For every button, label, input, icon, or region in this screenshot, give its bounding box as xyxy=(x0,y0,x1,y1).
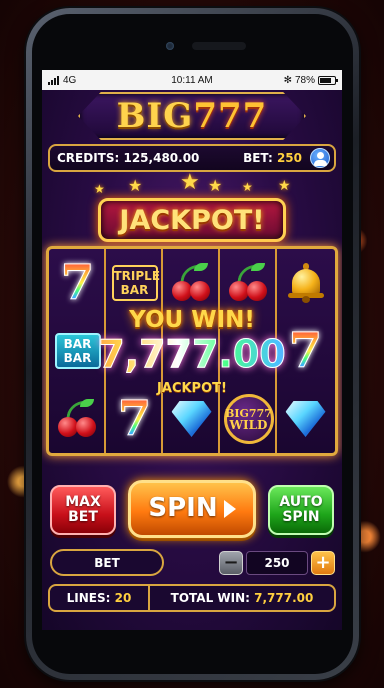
star-icon: ★ xyxy=(208,176,223,195)
auto-spin-button[interactable]: AUTO SPIN xyxy=(268,485,334,535)
seven-symbol: 7 xyxy=(49,249,106,317)
triple-bar-text-1: TRIPLE xyxy=(113,269,161,283)
bet-amount-field: 250 xyxy=(246,550,308,575)
network-type: 4G xyxy=(63,74,77,86)
cherries-symbol xyxy=(49,385,106,453)
info-bar: LINES: 20 TOTAL WIN: 7,777.00 xyxy=(48,584,336,612)
triple-bar-symbol: TRIPLE BAR xyxy=(106,249,163,317)
bell-symbol xyxy=(277,249,334,317)
battery-fill xyxy=(320,77,331,83)
wild-symbol: BIG777 WILD xyxy=(220,385,277,453)
max-bet-label-2: BET xyxy=(68,509,98,525)
credits-value: 125,480.00 xyxy=(123,151,200,165)
credits-label: CREDITS: xyxy=(57,151,120,165)
star-icon: ★ xyxy=(278,178,291,194)
battery-icon xyxy=(318,75,338,85)
star-icon: ★ xyxy=(128,176,143,195)
reel-column: 7 BAR BAR xyxy=(49,249,106,453)
lines-value: 20 xyxy=(114,591,132,605)
cherries-symbol xyxy=(220,249,277,317)
seven-glyph: 7 xyxy=(60,255,95,311)
total-win-value: 7,777.00 xyxy=(254,591,314,605)
reel-column xyxy=(163,249,220,453)
slot-reels: 7 BAR BAR TRIPLE BAR 7 BIG777 WILD 7 YOU WIN! 7,… xyxy=(46,246,338,456)
auto-spin-label-1: AUTO xyxy=(279,494,323,511)
reel-column: TRIPLE BAR 7 xyxy=(106,249,163,453)
bluetooth-icon: ✻ xyxy=(283,74,292,86)
diamond-symbol xyxy=(277,385,334,453)
jackpot-banner: JACKPOT! xyxy=(98,198,286,242)
front-camera xyxy=(166,42,174,50)
max-bet-button[interactable]: MAX BET xyxy=(50,485,116,535)
star-icon: ★ xyxy=(180,170,200,195)
diamond-icon xyxy=(171,401,212,437)
spin-label: SPIN xyxy=(148,493,218,524)
logo-big: BIG xyxy=(116,96,194,136)
wild-badge: BIG777 WILD xyxy=(223,394,274,444)
reel-column: 7 xyxy=(277,249,334,453)
auto-spin-label-2: SPIN xyxy=(282,509,320,525)
double-bar-text-1: BAR xyxy=(63,337,92,351)
max-bet-label-1: MAX xyxy=(65,494,101,511)
user-icon[interactable] xyxy=(310,148,330,168)
seven-glyph: 7 xyxy=(288,323,323,379)
diamond-icon xyxy=(285,401,326,437)
triple-bar-tile: TRIPLE BAR xyxy=(111,265,161,301)
reel-column: BIG777 WILD xyxy=(220,249,277,453)
play-icon xyxy=(223,500,236,518)
bell-icon xyxy=(287,263,325,303)
double-bar-tile: BAR BAR xyxy=(54,333,101,369)
diamond-symbol xyxy=(163,385,220,453)
triple-bar-text-2: BAR xyxy=(120,283,149,297)
wild-text-2: WILD xyxy=(229,417,268,432)
double-bar-symbol: BAR BAR xyxy=(49,317,106,385)
seven-glyph: 7 xyxy=(117,391,152,447)
double-bar-text-2: BAR xyxy=(63,351,92,365)
earpiece-speaker xyxy=(192,42,246,50)
seven-symbol: 7 xyxy=(106,385,163,453)
credits-bar: CREDITS: 125,480.00 BET: 250 xyxy=(48,144,336,172)
cherries-icon xyxy=(227,263,271,303)
decrease-bet-button[interactable]: − xyxy=(219,550,243,575)
signal-icon xyxy=(48,75,59,85)
total-win-label: TOTAL WIN: xyxy=(170,591,250,605)
star-icon: ★ xyxy=(242,180,253,194)
star-icon: ★ xyxy=(94,182,105,196)
bet-label-pill: BET xyxy=(50,549,164,576)
spin-button[interactable]: SPIN xyxy=(128,480,256,538)
battery-percent: 78% xyxy=(294,74,315,86)
seven-symbol: 7 xyxy=(277,317,334,385)
game-logo: BIG777 xyxy=(78,92,306,140)
wild-text-1: BIG777 xyxy=(225,406,272,420)
game-screen: 4G 10:11 AM ✻ 78% BIG777 CREDITS: 125,48… xyxy=(42,70,342,630)
bet-value: 250 xyxy=(276,151,302,165)
cherries-symbol xyxy=(163,249,220,317)
cherries-icon xyxy=(56,399,100,439)
lines-label: LINES: xyxy=(66,591,111,605)
status-bar: 4G 10:11 AM ✻ 78% xyxy=(42,70,342,90)
bet-label: BET: xyxy=(243,151,273,165)
increase-bet-button[interactable]: + xyxy=(311,550,335,575)
cherries-icon xyxy=(170,263,214,303)
logo-777: 777 xyxy=(193,96,268,136)
bet-stepper: − 250 + xyxy=(219,549,335,576)
